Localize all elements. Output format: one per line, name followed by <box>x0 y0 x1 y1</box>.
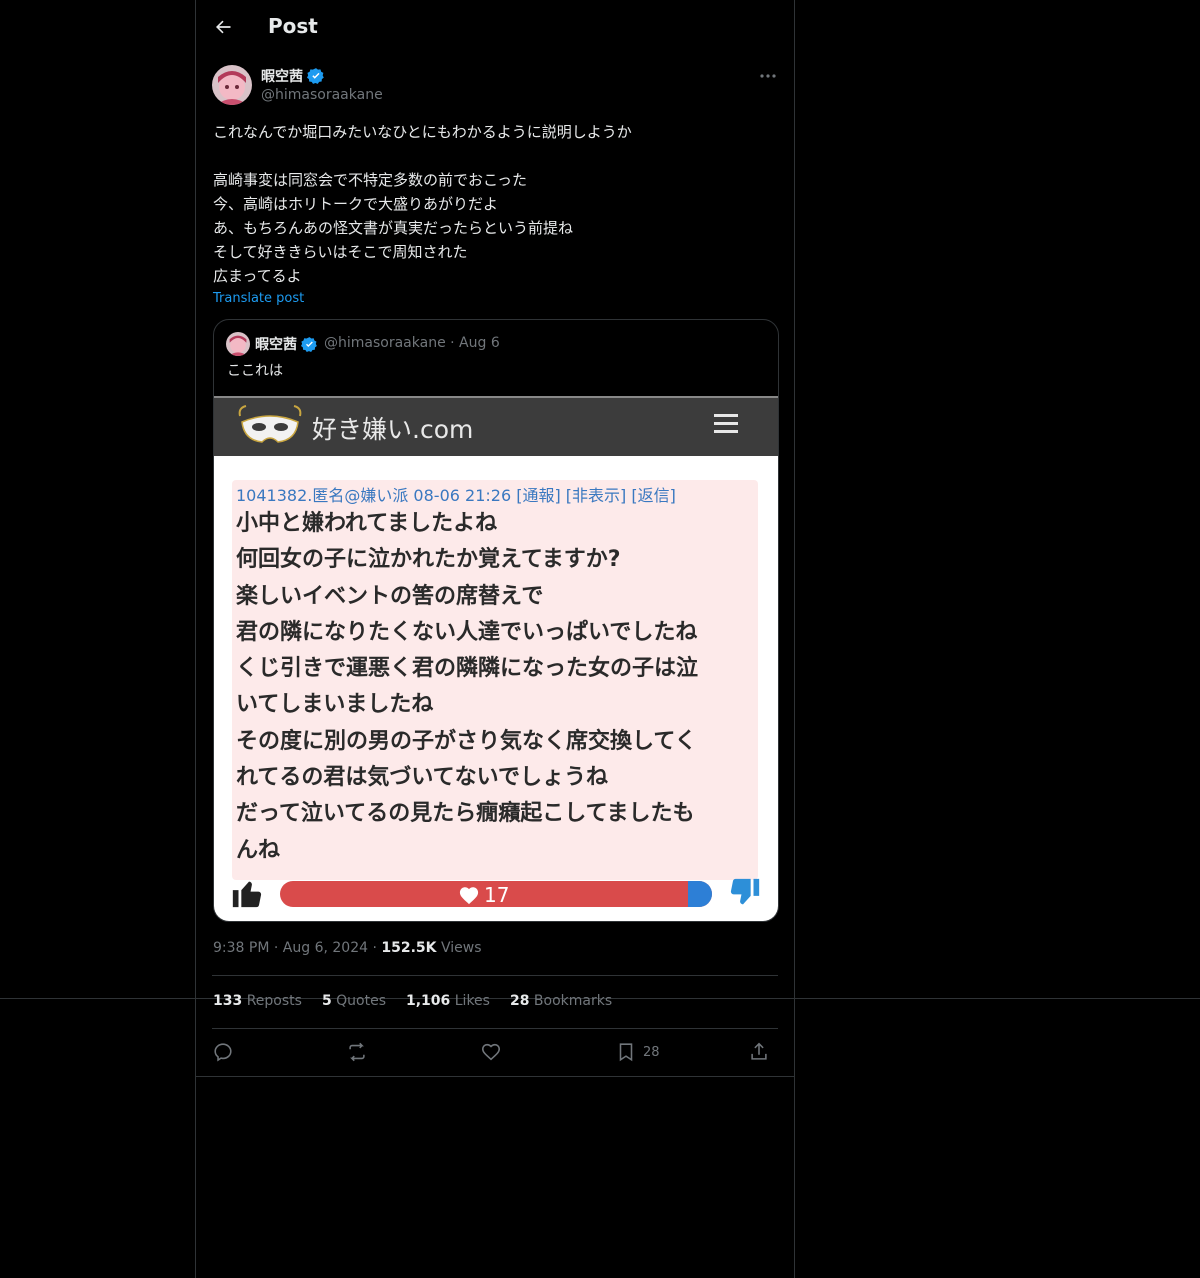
like-button[interactable] <box>480 1040 502 1064</box>
avatar[interactable] <box>212 65 252 105</box>
verified-badge-icon <box>301 336 317 352</box>
repost-button[interactable] <box>346 1040 368 1064</box>
screenshot-post-meta: 1041382.匿名@嫌い派 08-06 21:26 [通報] [非表示] [返… <box>236 486 676 505</box>
tweet-line: 高崎事変は同窓会で不特定多数の前でおこった <box>213 171 527 189</box>
likes-label: Likes <box>454 993 490 1009</box>
screenshot-post-line: 小中と嫌われてましたよね <box>236 511 498 536</box>
avatar-image <box>212 65 252 105</box>
back-button[interactable] <box>208 12 238 42</box>
vote-bar: 17 <box>280 881 712 907</box>
vote-count: 17 <box>458 883 509 907</box>
author-handle[interactable]: @himasoraakane <box>261 87 383 103</box>
screenshot-post-line: んね <box>236 837 281 863</box>
bookmark-button[interactable]: 28 <box>615 1040 660 1064</box>
header: Post <box>196 0 794 54</box>
action-bar: 28 <box>212 1040 778 1064</box>
tweet-line <box>213 144 773 168</box>
heart-icon <box>459 887 479 905</box>
repost-icon <box>349 1042 365 1062</box>
reply-icon <box>214 1043 232 1062</box>
quotes-label: Quotes <box>336 993 386 1009</box>
share-button[interactable] <box>748 1040 770 1064</box>
heart-icon <box>481 1043 501 1061</box>
more-icon <box>760 74 776 78</box>
likes-stat[interactable]: 1,106 Likes <box>406 993 490 1009</box>
verified-badge-icon <box>307 68 324 84</box>
likes-count: 1,106 <box>406 993 451 1009</box>
share-icon <box>751 1042 767 1060</box>
screenshot-post-line: だって泣いてるの見たら癇癪起こしてましたも <box>236 801 695 827</box>
screenshot-post-line: 楽しいイベントの筈の席替えで <box>236 583 544 609</box>
divider <box>212 975 778 976</box>
thumbs-down-icon <box>730 878 760 905</box>
reposts-stat[interactable]: 133 Reposts <box>213 993 302 1009</box>
quotes-count: 5 <box>321 993 332 1009</box>
arrow-left-icon <box>216 20 231 34</box>
quote-author-name: 暇空茜 <box>255 334 318 354</box>
main-column: Post 暇空茜 @himasoraakane これなんでか堀口みたいなひとにも… <box>195 0 795 1278</box>
screenshot-post-line: くじ引きで運悪く君の隣隣になった女の子は泣 <box>236 656 699 682</box>
author-name-text: 暇空茜 <box>261 69 303 85</box>
site-header-bar: 好き嫌い.com <box>214 396 778 456</box>
quote-avatar-image <box>226 332 250 356</box>
bookmarks-label: Bookmarks <box>533 993 613 1009</box>
author-name[interactable]: 暇空茜 <box>261 66 325 86</box>
quote-handle: @himasoraakane <box>324 335 446 351</box>
page-title: Post <box>268 14 318 38</box>
site-name: 好き嫌い.com <box>312 415 474 444</box>
quotes-stat[interactable]: 5 Quotes <box>322 993 386 1009</box>
post-date[interactable]: Aug 6, 2024 <box>283 940 368 956</box>
vote-bar-end <box>688 881 712 907</box>
divider <box>196 1076 794 1077</box>
tweet-line: これなんでか堀口みたいなひとにもわかるように説明しようか <box>213 123 632 141</box>
menu-icon <box>714 412 740 436</box>
reposts-count: 133 <box>213 993 243 1009</box>
translate-post-link[interactable]: Translate post <box>213 291 304 306</box>
vote-count-text: 17 <box>484 883 510 907</box>
vote-row: 17 <box>214 874 778 914</box>
post-timestamp-row: 9:38 PM · Aug 6, 2024 · 152.5K Views <box>213 940 482 956</box>
quoted-post[interactable]: 暇空茜 @himasoraakane · Aug 6 ここれは 好き嫌い.com <box>213 319 779 922</box>
views-label: Views <box>440 940 482 956</box>
screenshot-post-line: 何回女の子に泣かれたか覚えてますか? <box>236 547 621 573</box>
reply-button[interactable] <box>212 1040 234 1064</box>
thumbs-up-icon <box>232 881 262 908</box>
screenshot-post-body: 小中と嫌われてましたよね 何回女の子に泣かれたか覚えてますか? 楽しいイベントの… <box>236 506 756 869</box>
views-count: 152.5K <box>381 940 437 956</box>
bookmark-count: 28 <box>643 1044 660 1060</box>
bookmark-icon <box>619 1043 633 1062</box>
quote-image[interactable]: 好き嫌い.com 1041382.匿名@嫌い派 08-06 21:26 [通報]… <box>214 396 778 921</box>
divider <box>212 1028 778 1029</box>
screenshot-post-card: 1041382.匿名@嫌い派 08-06 21:26 [通報] [非表示] [返… <box>232 480 758 880</box>
screenshot-post-line: その度に別の男の子がさり気なく席交換してく <box>236 728 697 754</box>
screenshot-post-line: れてるの君は気づいてないでしょうね <box>236 765 609 791</box>
mask-logo-icon <box>238 405 302 443</box>
engagement-stats: 133 Reposts 5 Quotes 1,106 Likes 28 Book… <box>213 993 612 1009</box>
tweet-line: あ、もちろんあの怪文書が真実だったらという前提ね <box>213 219 574 237</box>
quote-avatar <box>226 332 250 356</box>
quote-text: ここれは <box>227 363 283 379</box>
post-time[interactable]: 9:38 PM <box>213 940 269 956</box>
bookmarks-stat[interactable]: 28 Bookmarks <box>510 993 612 1009</box>
tweet-line: そして好ききらいはそこで周知された <box>213 243 468 261</box>
tweet-line: 広まってるよ <box>213 267 302 285</box>
quote-author-name-text: 暇空茜 <box>255 337 297 353</box>
reposts-label: Reposts <box>246 993 302 1009</box>
more-button[interactable] <box>756 64 780 88</box>
screenshot-post-line: いてしまいましたね <box>236 692 434 718</box>
bookmarks-count: 28 <box>509 993 530 1009</box>
screenshot-post-line: 君の隣になりたくない人達でいっぱいでしたね <box>236 619 698 645</box>
quote-date: · Aug 6 <box>450 335 500 351</box>
tweet-text: これなんでか堀口みたいなひとにもわかるように説明しようか 高崎事変は同窓会で不特… <box>213 120 773 288</box>
quote-handle-date: @himasoraakane · Aug 6 <box>324 335 500 351</box>
tweet-line: 今、高崎はホリトークで大盛りあがりだよ <box>213 195 499 213</box>
